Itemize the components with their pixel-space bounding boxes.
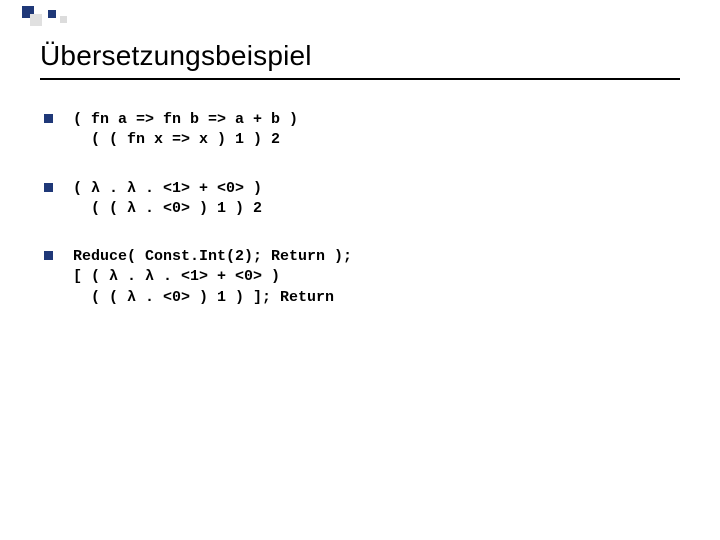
- bullet-list: ( fn a => fn b => a + b ) ( ( fn x => x …: [40, 110, 680, 308]
- decor-square: [48, 10, 56, 18]
- list-item: Reduce( Const.Int(2); Return ); [ ( λ . …: [44, 247, 680, 308]
- slide-body: Übersetzungsbeispiel ( fn a => fn b => a…: [0, 0, 720, 308]
- decor-square: [60, 16, 67, 23]
- code-block: Reduce( Const.Int(2); Return ); [ ( λ . …: [73, 247, 352, 308]
- list-item: ( λ . λ . <1> + <0> ) ( ( λ . <0> ) 1 ) …: [44, 179, 680, 220]
- list-item: ( fn a => fn b => a + b ) ( ( fn x => x …: [44, 110, 680, 151]
- code-block: ( fn a => fn b => a + b ) ( ( fn x => x …: [73, 110, 298, 151]
- slide-decoration: [0, 0, 720, 12]
- bullet-icon: [44, 251, 53, 260]
- decor-square: [30, 14, 42, 26]
- title-rule: [40, 78, 680, 80]
- bullet-icon: [44, 114, 53, 123]
- slide-title: Übersetzungsbeispiel: [40, 40, 680, 72]
- bullet-icon: [44, 183, 53, 192]
- code-block: ( λ . λ . <1> + <0> ) ( ( λ . <0> ) 1 ) …: [73, 179, 262, 220]
